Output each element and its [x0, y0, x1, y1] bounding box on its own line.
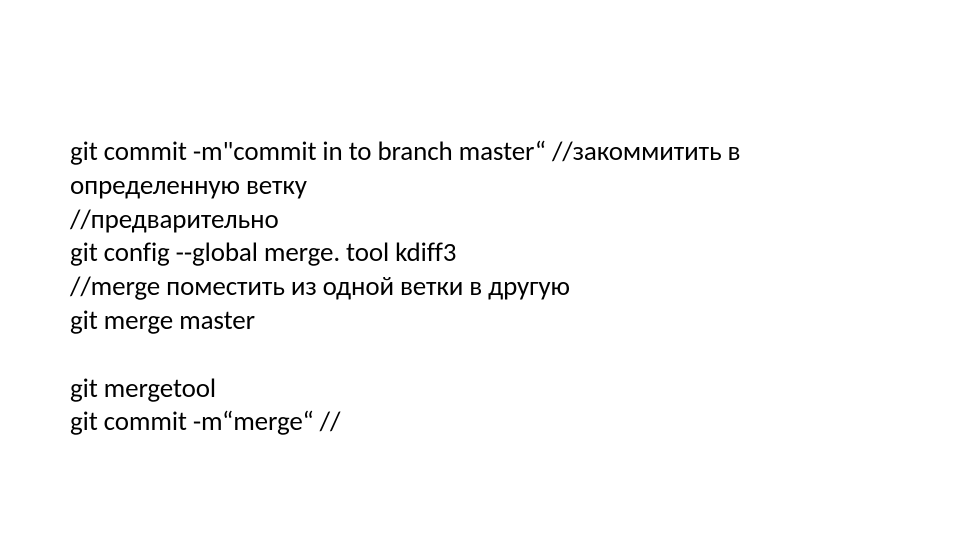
line-merge-comment: //merge поместить из одной ветки в другу…	[70, 270, 890, 304]
slide-body: git commit -m"commit in to branch master…	[0, 0, 960, 540]
line-mergetool: git mergetool	[70, 372, 890, 406]
line-commit-merge: git commit -m“merge“ //	[70, 405, 890, 439]
line-config-mergetool: git config --global merge. tool kdiff3	[70, 236, 890, 270]
spacer	[70, 338, 890, 372]
text-block-2: git mergetool git commit -m“merge“ //	[70, 372, 890, 440]
line-pre-comment: //предварительно	[70, 203, 890, 237]
text-block-1: git commit -m"commit in to branch master…	[70, 135, 890, 338]
line-commit-branch: git commit -m"commit in to branch master…	[70, 135, 890, 203]
line-merge-master: git merge master	[70, 304, 890, 338]
